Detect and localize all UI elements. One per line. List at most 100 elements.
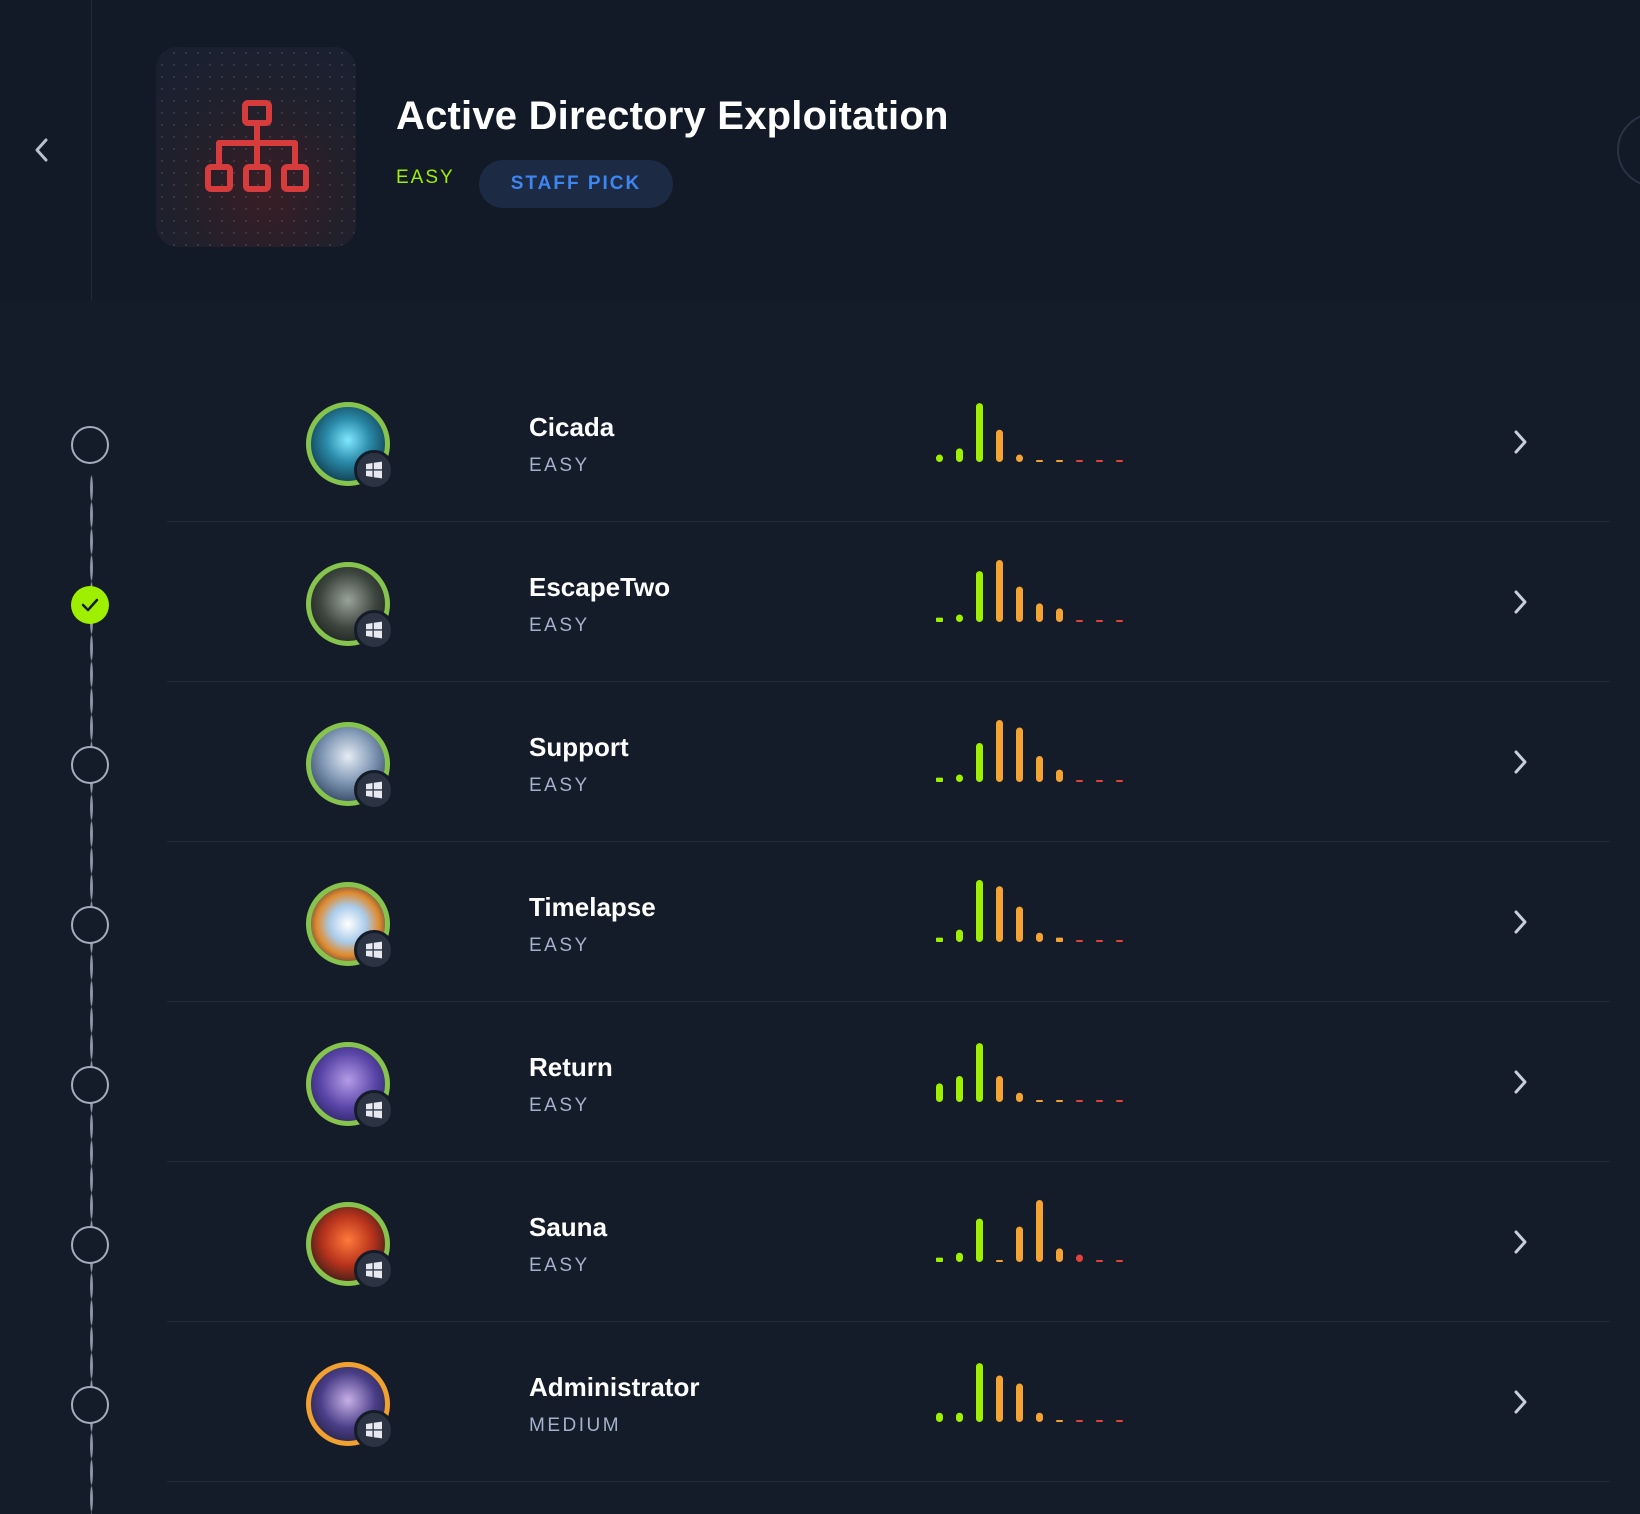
open-machine-button[interactable]: [1503, 424, 1539, 460]
rating-bar-6: [1036, 1100, 1043, 1102]
rating-bar-4: [996, 560, 1003, 622]
rating-bar-9: [1096, 1260, 1103, 1262]
difficulty-rating-chart: [936, 720, 1123, 782]
machine-difficulty: MEDIUM: [529, 1415, 622, 1436]
machine-name: Sauna: [529, 1212, 608, 1242]
machine-row-return[interactable]: Return EASY: [0, 1002, 1640, 1162]
open-machine-button[interactable]: [1503, 1384, 1539, 1420]
track-logo: [156, 47, 356, 247]
windows-icon: [354, 1250, 394, 1290]
difficulty-rating-chart: [936, 1043, 1123, 1102]
chevron-right-icon: [1514, 590, 1527, 614]
status-circle-icon: [71, 1066, 109, 1104]
rating-bar-3: [976, 403, 983, 462]
rating-bar-1: [936, 1083, 943, 1102]
chevron-right-icon: [1514, 1390, 1527, 1414]
open-machine-button[interactable]: [1503, 1224, 1539, 1260]
rating-bar-6: [1036, 932, 1043, 942]
rating-bar-2: [956, 1075, 963, 1102]
machine-avatar: [306, 1202, 394, 1290]
rating-bar-9: [1096, 1420, 1103, 1422]
machine-row-timelapse[interactable]: Timelapse EASY: [0, 842, 1640, 1002]
windows-icon: [354, 450, 394, 490]
rating-bar-10: [1116, 620, 1123, 622]
machine-avatar: [306, 562, 394, 650]
rating-bar-8: [1076, 780, 1083, 782]
rating-bar-10: [1116, 780, 1123, 782]
rating-bar-9: [1096, 620, 1103, 622]
rating-bar-6: [1036, 1200, 1043, 1262]
rating-bar-8: [1076, 1420, 1083, 1422]
rating-bar-9: [1096, 1100, 1103, 1102]
machine-row-administrator[interactable]: Administrator MEDIUM: [0, 1322, 1640, 1482]
status-circle-icon: [71, 426, 109, 464]
rating-bar-3: [976, 571, 983, 622]
status-circle-icon: [71, 1386, 109, 1424]
machine-row-escapetwo[interactable]: EscapeTwo EASY: [0, 522, 1640, 682]
machine-difficulty: EASY: [529, 615, 590, 636]
rating-bar-10: [1116, 940, 1123, 942]
rating-bar-7: [1056, 1248, 1063, 1262]
machine-row-cicada[interactable]: Cicada EASY: [0, 362, 1640, 522]
open-machine-button[interactable]: [1503, 1064, 1539, 1100]
open-machine-button[interactable]: [1503, 584, 1539, 620]
windows-icon: [354, 1090, 394, 1130]
rating-bar-6: [1036, 460, 1043, 462]
track-header: Active Directory Exploitation EASY STAFF…: [0, 0, 1640, 300]
rating-bar-7: [1056, 608, 1063, 622]
rating-bar-8: [1076, 460, 1083, 462]
rating-bar-2: [956, 1412, 963, 1422]
rating-bar-8: [1076, 620, 1083, 622]
machine-avatar: [306, 1042, 394, 1130]
staff-pick-badge: STAFF PICK: [479, 160, 673, 208]
rating-bar-4: [996, 1375, 1003, 1422]
rating-bar-4: [996, 429, 1003, 462]
rating-bar-2: [956, 448, 963, 462]
rating-bar-4: [996, 886, 1003, 942]
rating-bar-5: [1016, 906, 1023, 942]
rating-bar-8: [1076, 940, 1083, 942]
chevron-right-icon: [1514, 750, 1527, 774]
windows-icon: [354, 770, 394, 810]
machine-name: EscapeTwo: [529, 572, 671, 602]
rating-bar-3: [976, 880, 983, 942]
rating-bar-6: [1036, 603, 1043, 622]
open-machine-button[interactable]: [1503, 744, 1539, 780]
rating-bar-5: [1016, 1226, 1023, 1262]
rating-bar-2: [956, 1252, 963, 1262]
machine-row-sauna[interactable]: Sauna EASY: [0, 1162, 1640, 1322]
rating-bar-4: [996, 1075, 1003, 1102]
rating-bar-9: [1096, 780, 1103, 782]
back-button[interactable]: [22, 130, 62, 170]
rating-bar-1: [936, 1412, 943, 1422]
track-difficulty: EASY: [396, 167, 455, 188]
rating-bar-9: [1096, 460, 1103, 462]
rating-bar-7: [1056, 1100, 1063, 1102]
open-machine-button[interactable]: [1503, 904, 1539, 940]
chevron-right-icon: [1514, 1230, 1527, 1254]
rating-bar-7: [1056, 1420, 1063, 1422]
machine-difficulty: EASY: [529, 935, 590, 956]
machine-difficulty: EASY: [529, 1255, 590, 1276]
windows-icon: [354, 1410, 394, 1450]
chevron-left-icon: [35, 138, 48, 162]
row-divider: [167, 1481, 1610, 1482]
rating-bar-3: [976, 1043, 983, 1102]
rating-bar-2: [956, 929, 963, 942]
difficulty-rating-chart: [936, 560, 1123, 622]
difficulty-rating-chart: [936, 403, 1123, 462]
rating-bar-2: [956, 614, 963, 622]
header-action-button[interactable]: [1617, 113, 1640, 187]
machine-row-support[interactable]: Support EASY: [0, 682, 1640, 842]
rating-bar-10: [1116, 460, 1123, 462]
machine-difficulty: EASY: [529, 775, 590, 796]
machine-avatar: [306, 402, 394, 490]
rating-bar-8: [1076, 1254, 1083, 1262]
machine-name: Timelapse: [529, 892, 656, 922]
machine-name: Cicada: [529, 412, 615, 442]
machine-difficulty: EASY: [529, 455, 590, 476]
difficulty-rating-chart: [936, 1363, 1123, 1422]
difficulty-rating-chart: [936, 1200, 1123, 1262]
chevron-right-icon: [1514, 1070, 1527, 1094]
rating-bar-10: [1116, 1260, 1123, 1262]
